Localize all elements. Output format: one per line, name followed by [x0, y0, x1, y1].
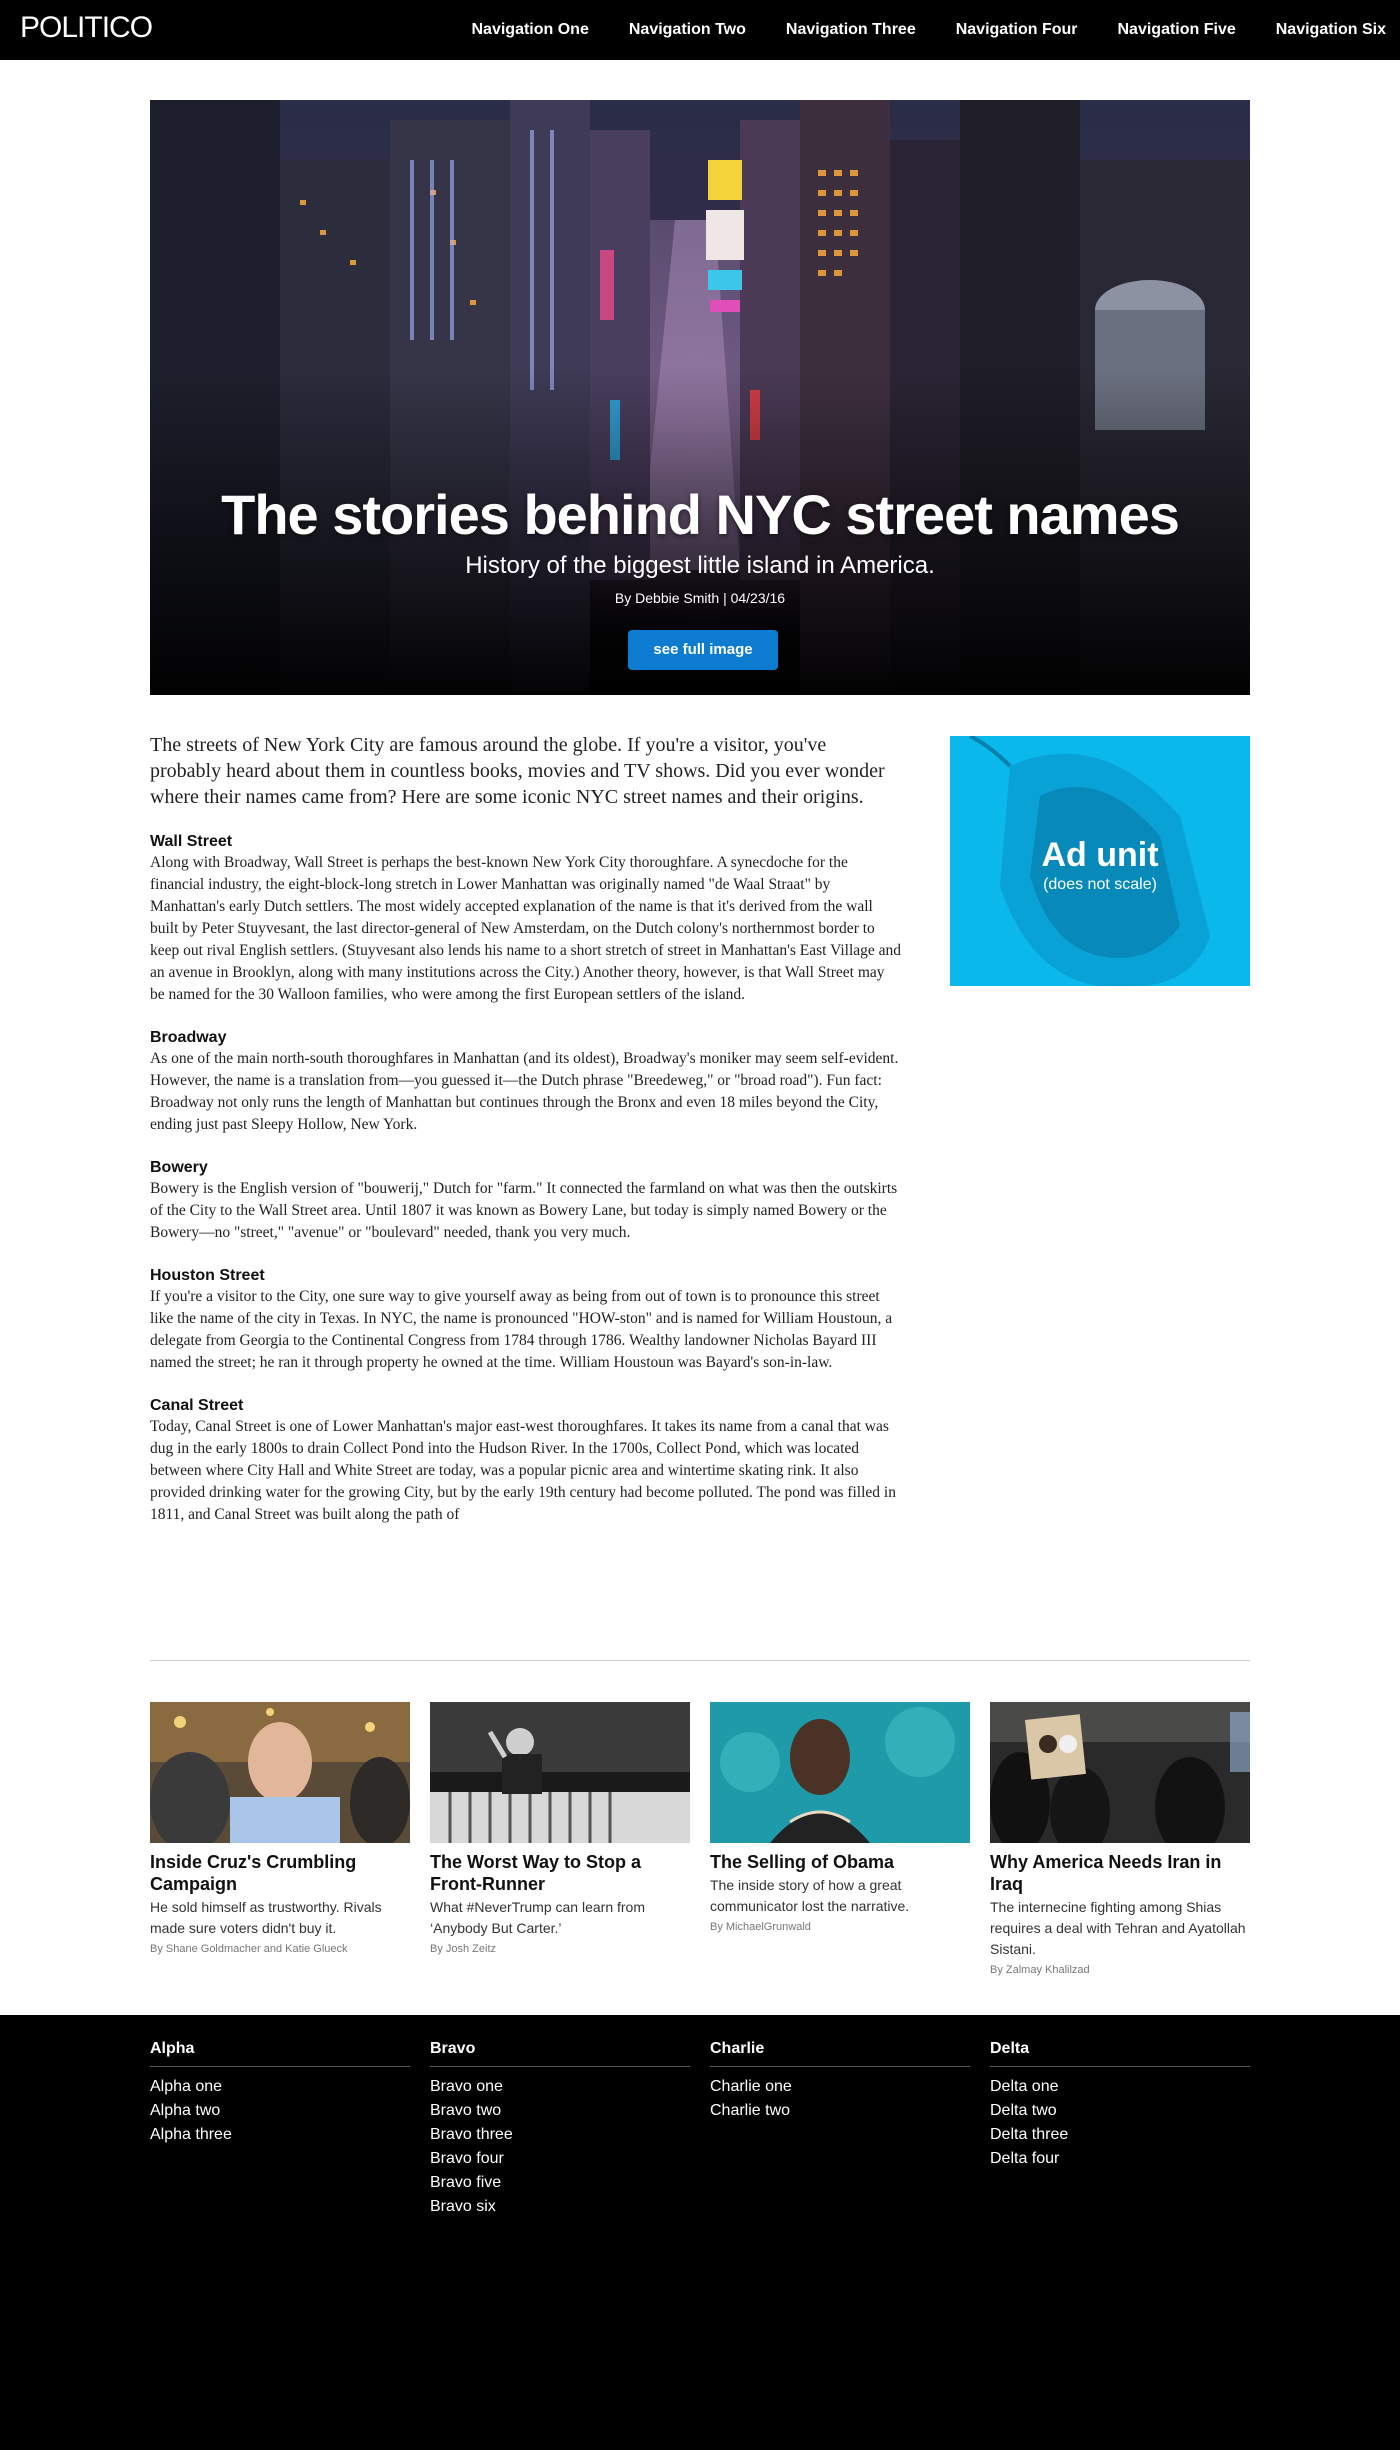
nav-item-two[interactable]: Navigation Two [629, 21, 746, 39]
section-body: Today, Canal Street is one of Lower Manh… [150, 1418, 896, 1523]
footer-link[interactable]: Delta one [990, 2075, 1250, 2099]
footer-link[interactable]: Alpha two [150, 2099, 410, 2123]
section-body: Bowery is the English version of "bouwer… [150, 1180, 898, 1241]
hero-byline: By Debbie Smith | 04/23/16 [614, 590, 786, 606]
footer-link[interactable]: Bravo three [430, 2123, 690, 2147]
main-content: The stories behind NYC street names Hist… [0, 60, 1400, 2015]
ad-subtitle: (does not scale) [1043, 876, 1157, 893]
story-title[interactable]: The Selling of Obama [710, 1851, 970, 1873]
section-body: As one of the main north-south thoroughf… [150, 1050, 899, 1133]
story-image-cruz[interactable] [150, 1702, 410, 1843]
story-byline: By Zalmay Khalilzad [990, 1964, 1090, 1976]
story-image-iran[interactable] [990, 1702, 1250, 1843]
nav-item-six[interactable]: Navigation Six [1276, 21, 1386, 39]
story-card[interactable]: Inside Cruz's Crumbling Campaign He sold… [150, 1702, 410, 1976]
footer-link[interactable]: Bravo two [430, 2099, 690, 2123]
story-byline: By MichaelGrunwald [710, 1921, 811, 1933]
section-bowery: Bowery Bowery is the English version of … [150, 1158, 902, 1244]
story-dek: He sold himself as trustworthy. Rivals m… [150, 1899, 382, 1936]
story-image-obama[interactable] [710, 1702, 970, 1843]
footer-column-bravo: Bravo Bravo one Bravo two Bravo three Br… [430, 2040, 690, 2219]
nav-item-five[interactable]: Navigation Five [1118, 21, 1236, 39]
footer-link[interactable]: Bravo six [430, 2195, 690, 2219]
hero-text: The stories behind NYC street names Hist… [150, 100, 1250, 695]
hero-subtitle: History of the biggest little island in … [465, 552, 935, 579]
footer-link[interactable]: Delta three [990, 2123, 1250, 2147]
footer-column-delta: Delta Delta one Delta two Delta three De… [990, 2040, 1250, 2219]
page: POLITICO Navigation One Navigation Two N… [0, 0, 1400, 2450]
story-byline: By Josh Zeitz [430, 1943, 497, 1955]
story-title[interactable]: Inside Cruz's Crumbling Campaign [150, 1851, 410, 1895]
section-divider [150, 1660, 1250, 1661]
story-card[interactable]: Why America Needs Iran in Iraq The inter… [990, 1702, 1250, 1976]
section-heading: Houston Street [150, 1267, 265, 1284]
footer-link[interactable]: Alpha three [150, 2123, 410, 2147]
footer-heading: Bravo [430, 2040, 690, 2067]
footer-link[interactable]: Delta four [990, 2147, 1250, 2171]
story-card[interactable]: The Selling of Obama The inside story of… [710, 1702, 970, 1976]
footer-link[interactable]: Charlie two [710, 2099, 970, 2123]
main-nav: Navigation One Navigation Two Navigation… [432, 0, 1387, 60]
nav-item-four[interactable]: Navigation Four [956, 21, 1078, 39]
footer-link[interactable]: Bravo four [430, 2147, 690, 2171]
story-title[interactable]: Why America Needs Iran in Iraq [990, 1851, 1250, 1895]
footer-link[interactable]: Delta two [990, 2099, 1250, 2123]
hero-banner: The stories behind NYC street names Hist… [150, 100, 1250, 695]
section-wall-street: Wall Street Along with Broadway, Wall St… [150, 832, 902, 1006]
story-card[interactable]: The Worst Way to Stop a Front-Runner Wha… [430, 1702, 690, 1976]
section-heading: Canal Street [150, 1397, 244, 1414]
footer-link[interactable]: Charlie one [710, 2075, 970, 2099]
story-dek: The internecine fighting among Shias req… [990, 1899, 1246, 1957]
story-dek: What #NeverTrump can learn from ‘Anybody… [430, 1899, 645, 1936]
section-heading: Wall Street [150, 833, 233, 850]
related-stories: Inside Cruz's Crumbling Campaign He sold… [150, 1702, 1250, 1976]
story-title[interactable]: The Worst Way to Stop a Front-Runner [430, 1851, 690, 1895]
story-image-carter[interactable] [430, 1702, 690, 1843]
footer-heading: Charlie [710, 2040, 970, 2067]
ad-title: Ad unit [1041, 836, 1159, 874]
section-canal-street: Canal Street Today, Canal Street is one … [150, 1396, 902, 1526]
section-heading: Bowery [150, 1159, 208, 1176]
hero-title: The stories behind NYC street names [221, 483, 1180, 546]
ad-unit[interactable]: Ad unit (does not scale) [950, 736, 1250, 986]
story-byline: By Shane Goldmacher and Katie Glueck [150, 1943, 348, 1955]
site-logo[interactable]: POLITICO [20, 11, 153, 45]
site-footer: Alpha Alpha one Alpha two Alpha three Br… [0, 2015, 1400, 2450]
section-body: Along with Broadway, Wall Street is perh… [150, 854, 902, 1003]
footer-heading: Delta [990, 2040, 1250, 2067]
footer-columns: Alpha Alpha one Alpha two Alpha three Br… [150, 2040, 1250, 2219]
footer-column-charlie: Charlie Charlie one Charlie two [710, 2040, 970, 2219]
see-full-image-button[interactable]: see full image [628, 630, 778, 670]
section-houston-street: Houston Street If you're a visitor to th… [150, 1266, 902, 1374]
section-broadway: Broadway As one of the main north-south … [150, 1028, 902, 1136]
nav-item-three[interactable]: Navigation Three [786, 21, 916, 39]
nav-item-one[interactable]: Navigation One [472, 21, 589, 39]
footer-link[interactable]: Bravo five [430, 2171, 690, 2195]
section-heading: Broadway [150, 1029, 227, 1046]
story-dek: The inside story of how a great communic… [710, 1877, 910, 1914]
footer-link[interactable]: Bravo one [430, 2075, 690, 2099]
top-navigation-bar: POLITICO Navigation One Navigation Two N… [0, 0, 1400, 60]
footer-column-alpha: Alpha Alpha one Alpha two Alpha three [150, 2040, 410, 2219]
article-body: The streets of New York City are famous … [150, 732, 902, 1526]
article-lede: The streets of New York City are famous … [150, 734, 885, 808]
section-body: If you're a visitor to the City, one sur… [150, 1288, 893, 1371]
footer-heading: Alpha [150, 2040, 410, 2067]
footer-link[interactable]: Alpha one [150, 2075, 410, 2099]
